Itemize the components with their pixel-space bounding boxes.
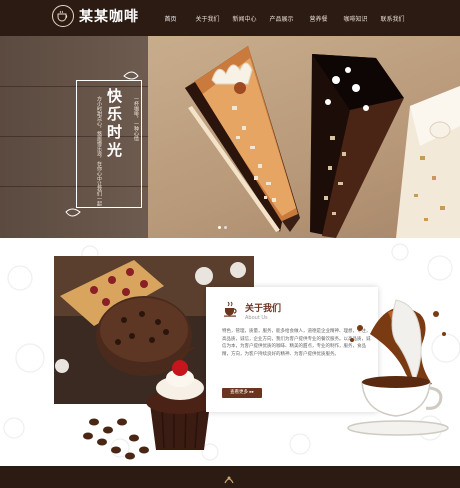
nav-item-home[interactable]: 首页 [152, 14, 189, 23]
nav-item-meals[interactable]: 营养餐 [300, 14, 337, 23]
about-title: 关于我们 [245, 304, 282, 314]
about-subtitle: About Us [245, 315, 268, 321]
banner-dot-2[interactable] [224, 226, 227, 229]
coffee-cup-icon [52, 5, 74, 27]
site-header: 某某咖啡 首页 关于我们 新闻中心 产品展示 营养餐 咖啡知识 联系我们 [0, 0, 460, 36]
cake-slices-image [65, 46, 460, 238]
banner-text-left: 方小时甜点心，悠居慢乐浪，在你心中让我们一起 [96, 96, 102, 206]
nav-item-about[interactable]: 关于我们 [189, 14, 226, 23]
nav-item-knowledge[interactable]: 咖啡知识 [337, 14, 374, 23]
main-nav: 首页 关于我们 新闻中心 产品展示 营养餐 咖啡知识 联系我们 [152, 0, 411, 36]
banner-title: 快乐时光 [105, 88, 123, 160]
coffee-cup-icon [222, 300, 240, 322]
view-more-button[interactable]: 查看更多 ▸▸ [222, 388, 262, 398]
coffee-ornament-icon [224, 476, 234, 484]
coffee-splash-cup-image [347, 299, 449, 436]
brand-name: 某某咖啡 [79, 9, 139, 25]
logo[interactable]: 某某咖啡 [52, 5, 139, 27]
nav-item-contact[interactable]: 联系我们 [374, 14, 411, 23]
hero-banner: 方小时甜点心，悠居慢乐浪，在你心中让我们一起 快乐时光 一杯咖啡，一种心情 [0, 36, 460, 238]
nav-item-news[interactable]: 新闻中心 [226, 14, 263, 23]
banner-dot-1[interactable] [218, 226, 221, 229]
about-heading: 关于我们 About Us [222, 300, 281, 322]
page: 某某咖啡 首页 关于我们 新闻中心 产品展示 营养餐 咖啡知识 联系我们 方小时… [0, 0, 460, 488]
nav-item-products[interactable]: 产品展示 [263, 14, 300, 23]
banner-text-right: 一杯咖啡，一种心情 [133, 96, 139, 141]
banner-pagination [218, 226, 227, 229]
